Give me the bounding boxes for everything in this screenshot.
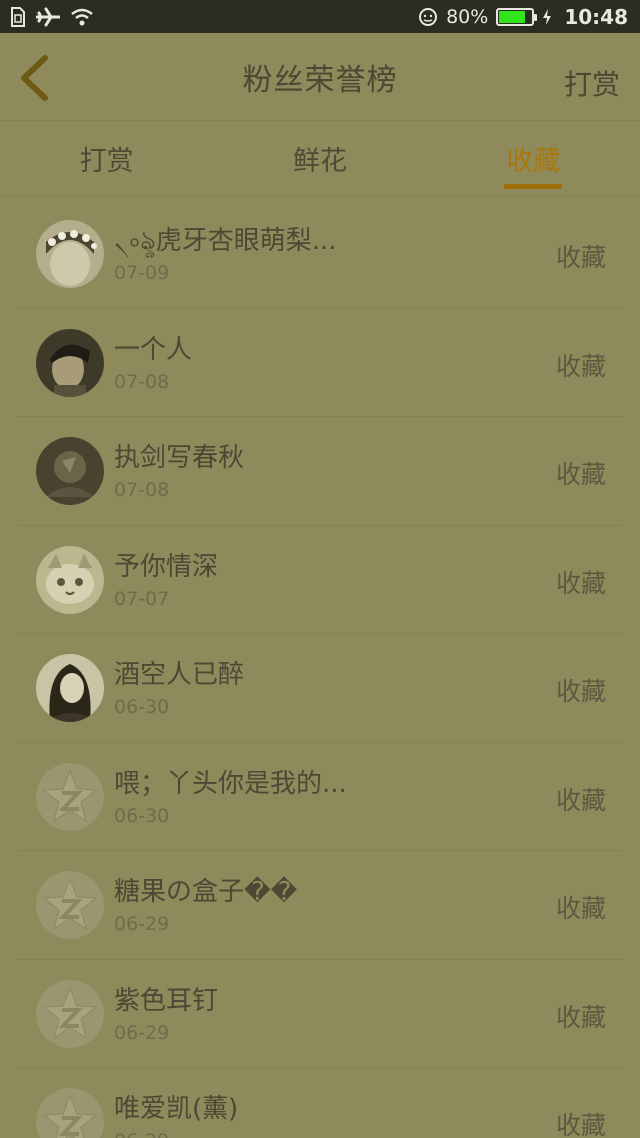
sim-icon	[10, 6, 26, 27]
status-bar: 80% 10:48	[0, 0, 640, 33]
fan-name: 糖果の盒子��	[114, 877, 298, 907]
tab-indicator	[504, 184, 563, 189]
fan-name: 一个人	[114, 334, 193, 365]
favorite-label: 收藏	[555, 1002, 606, 1032]
favorite-label: 收藏	[555, 460, 606, 489]
chevron-left-icon	[17, 55, 51, 105]
fan-name: ৲৹ৡ虎牙杏眼萌梨...	[114, 226, 337, 256]
list-item[interactable]: 酒空人已醉 06-30 收藏	[18, 634, 622, 743]
fan-name: 酒空人已醉	[114, 660, 245, 690]
fan-name: 紫色耳钉	[114, 985, 219, 1016]
fan-name: 喂；丫头你是我的...	[114, 768, 347, 799]
fan-date: 06-30	[114, 804, 170, 827]
avatar	[36, 545, 104, 614]
favorite-label: 收藏	[555, 677, 606, 706]
fan-date: 06-30	[114, 696, 170, 718]
favorite-label: 收藏	[555, 1111, 606, 1138]
favorite-label: 收藏	[555, 894, 606, 923]
tip-button[interactable]: 打赏	[564, 63, 620, 103]
back-button[interactable]	[14, 55, 54, 105]
fan-date: 06-29	[114, 1130, 169, 1138]
list-item[interactable]: 紫色耳钉 06-29 收藏	[18, 960, 622, 1068]
fan-date: 07-07	[114, 587, 170, 610]
avatar	[36, 220, 104, 288]
battery-percent: 80%	[446, 5, 489, 28]
emoji-icon	[418, 7, 438, 27]
fan-date: 06-29	[114, 913, 170, 935]
airplane-icon	[36, 7, 60, 27]
charging-icon	[542, 8, 552, 26]
tab-label: 收藏	[506, 146, 561, 177]
battery-icon	[496, 7, 538, 26]
default-avatar-star-icon	[36, 1088, 104, 1138]
wifi-icon	[70, 7, 94, 27]
tab-tip[interactable]: 打赏	[0, 122, 213, 195]
favorite-label: 收藏	[555, 351, 606, 381]
favorite-label: 收藏	[555, 785, 606, 815]
fan-date: 07-08	[114, 370, 170, 393]
list-item[interactable]: 糖果の盒子�� 06-29 收藏	[18, 851, 622, 960]
page-title: 粉丝荣誉榜	[242, 62, 398, 98]
list-item[interactable]: 唯爱凯(薰) 06-29 收藏	[18, 1068, 622, 1138]
fan-date: 07-08	[114, 479, 170, 501]
fan-date: 07-09	[114, 262, 170, 284]
default-avatar-star-icon	[36, 762, 104, 831]
list-item[interactable]: 予你情深 07-07 收藏	[18, 526, 622, 634]
list-item[interactable]: 喂；丫头你是我的... 06-30 收藏	[18, 743, 622, 851]
default-avatar-star-icon	[36, 979, 104, 1048]
tab-bar: 打赏 鲜花 收藏	[0, 122, 640, 196]
avatar	[36, 437, 104, 505]
list-item[interactable]: 执剑写春秋 07-08 收藏	[18, 417, 622, 526]
list-item[interactable]: 一个人 07-08 收藏	[18, 309, 622, 417]
header-bar: 粉丝荣誉榜 打赏	[0, 33, 640, 121]
tab-label: 打赏	[79, 146, 134, 177]
clock: 10:48	[564, 4, 628, 29]
favorite-label: 收藏	[555, 568, 606, 598]
avatar	[36, 654, 104, 722]
fan-list: ৲৹ৡ虎牙杏眼萌梨... 07-09 收藏 一个人 07-08 收藏 执剑写春秋…	[0, 200, 640, 1138]
fan-name: 唯爱凯(薰)	[114, 1094, 239, 1124]
fan-name: 予你情深	[114, 551, 219, 582]
default-avatar-star-icon	[36, 871, 104, 939]
favorite-label: 收藏	[555, 243, 606, 272]
fan-date: 06-29	[114, 1021, 170, 1044]
fan-name: 执剑写春秋	[114, 443, 245, 473]
avatar	[36, 328, 104, 397]
tab-label: 鲜花	[292, 146, 347, 177]
list-item[interactable]: ৲৹ৡ虎牙杏眼萌梨... 07-09 收藏	[18, 200, 622, 309]
tab-favorites[interactable]: 收藏	[427, 122, 640, 195]
tab-flowers[interactable]: 鲜花	[213, 122, 426, 195]
